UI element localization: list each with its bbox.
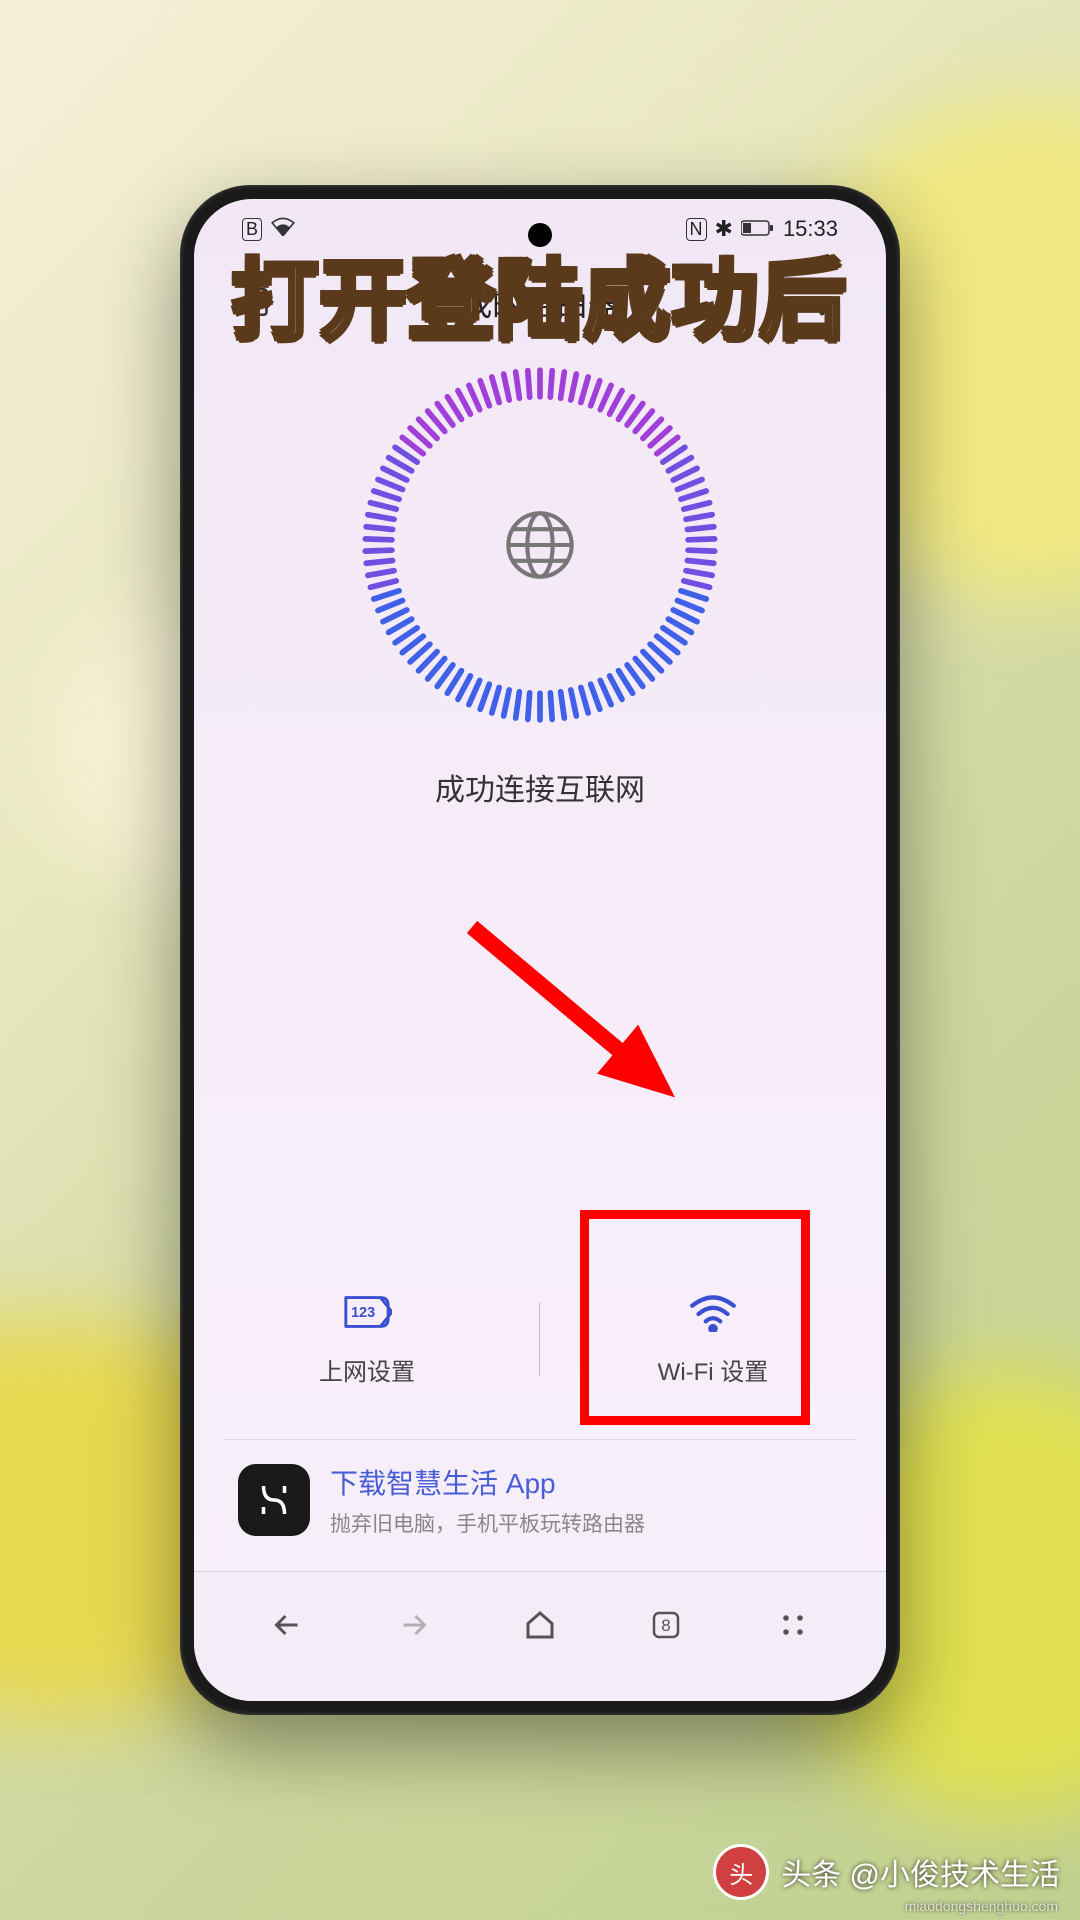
watermark-text: 头条 @小俊技术生活 [781, 1850, 1060, 1894]
app-download-promo[interactable]: 下载智慧生活 App 抛弃旧电脑，手机平板玩转路由器 [224, 1439, 856, 1566]
promo-subtitle: 抛弃旧电脑，手机平板玩转路由器 [330, 1508, 645, 1538]
connection-status-text: 成功连接互联网 [435, 765, 645, 809]
annotation-highlight-box [580, 1210, 810, 1425]
svg-text:123: 123 [351, 1305, 375, 1321]
promo-title: 下载智慧生活 App [330, 1462, 645, 1502]
nav-back-button[interactable] [262, 1600, 312, 1650]
overlay-caption: 打开登陆成功后 [232, 230, 848, 355]
nav-menu-button[interactable] [768, 1600, 818, 1650]
watermark: 头 头条 @小俊技术生活 [713, 1844, 1060, 1900]
watermark-avatar-icon: 头 [713, 1844, 769, 1900]
internet-settings-tile[interactable]: 123 上网设置 [194, 1246, 540, 1431]
internet-settings-icon: 123 [342, 1290, 392, 1334]
nav-tabs-button[interactable]: 8 [641, 1600, 691, 1650]
connection-gauge [350, 355, 730, 735]
svg-text:8: 8 [662, 1616, 671, 1635]
app-promo-icon [238, 1464, 310, 1536]
watermark-site: miaodongshenghuo.com [905, 1898, 1058, 1914]
internet-settings-label: 上网设置 [319, 1352, 415, 1387]
nav-home-button[interactable] [515, 1600, 565, 1650]
browser-nav-bar: 8 [194, 1571, 886, 1701]
globe-icon [502, 507, 578, 583]
nav-forward-button[interactable] [389, 1600, 439, 1650]
connection-gauge-area: 成功连接互联网 [194, 335, 886, 809]
